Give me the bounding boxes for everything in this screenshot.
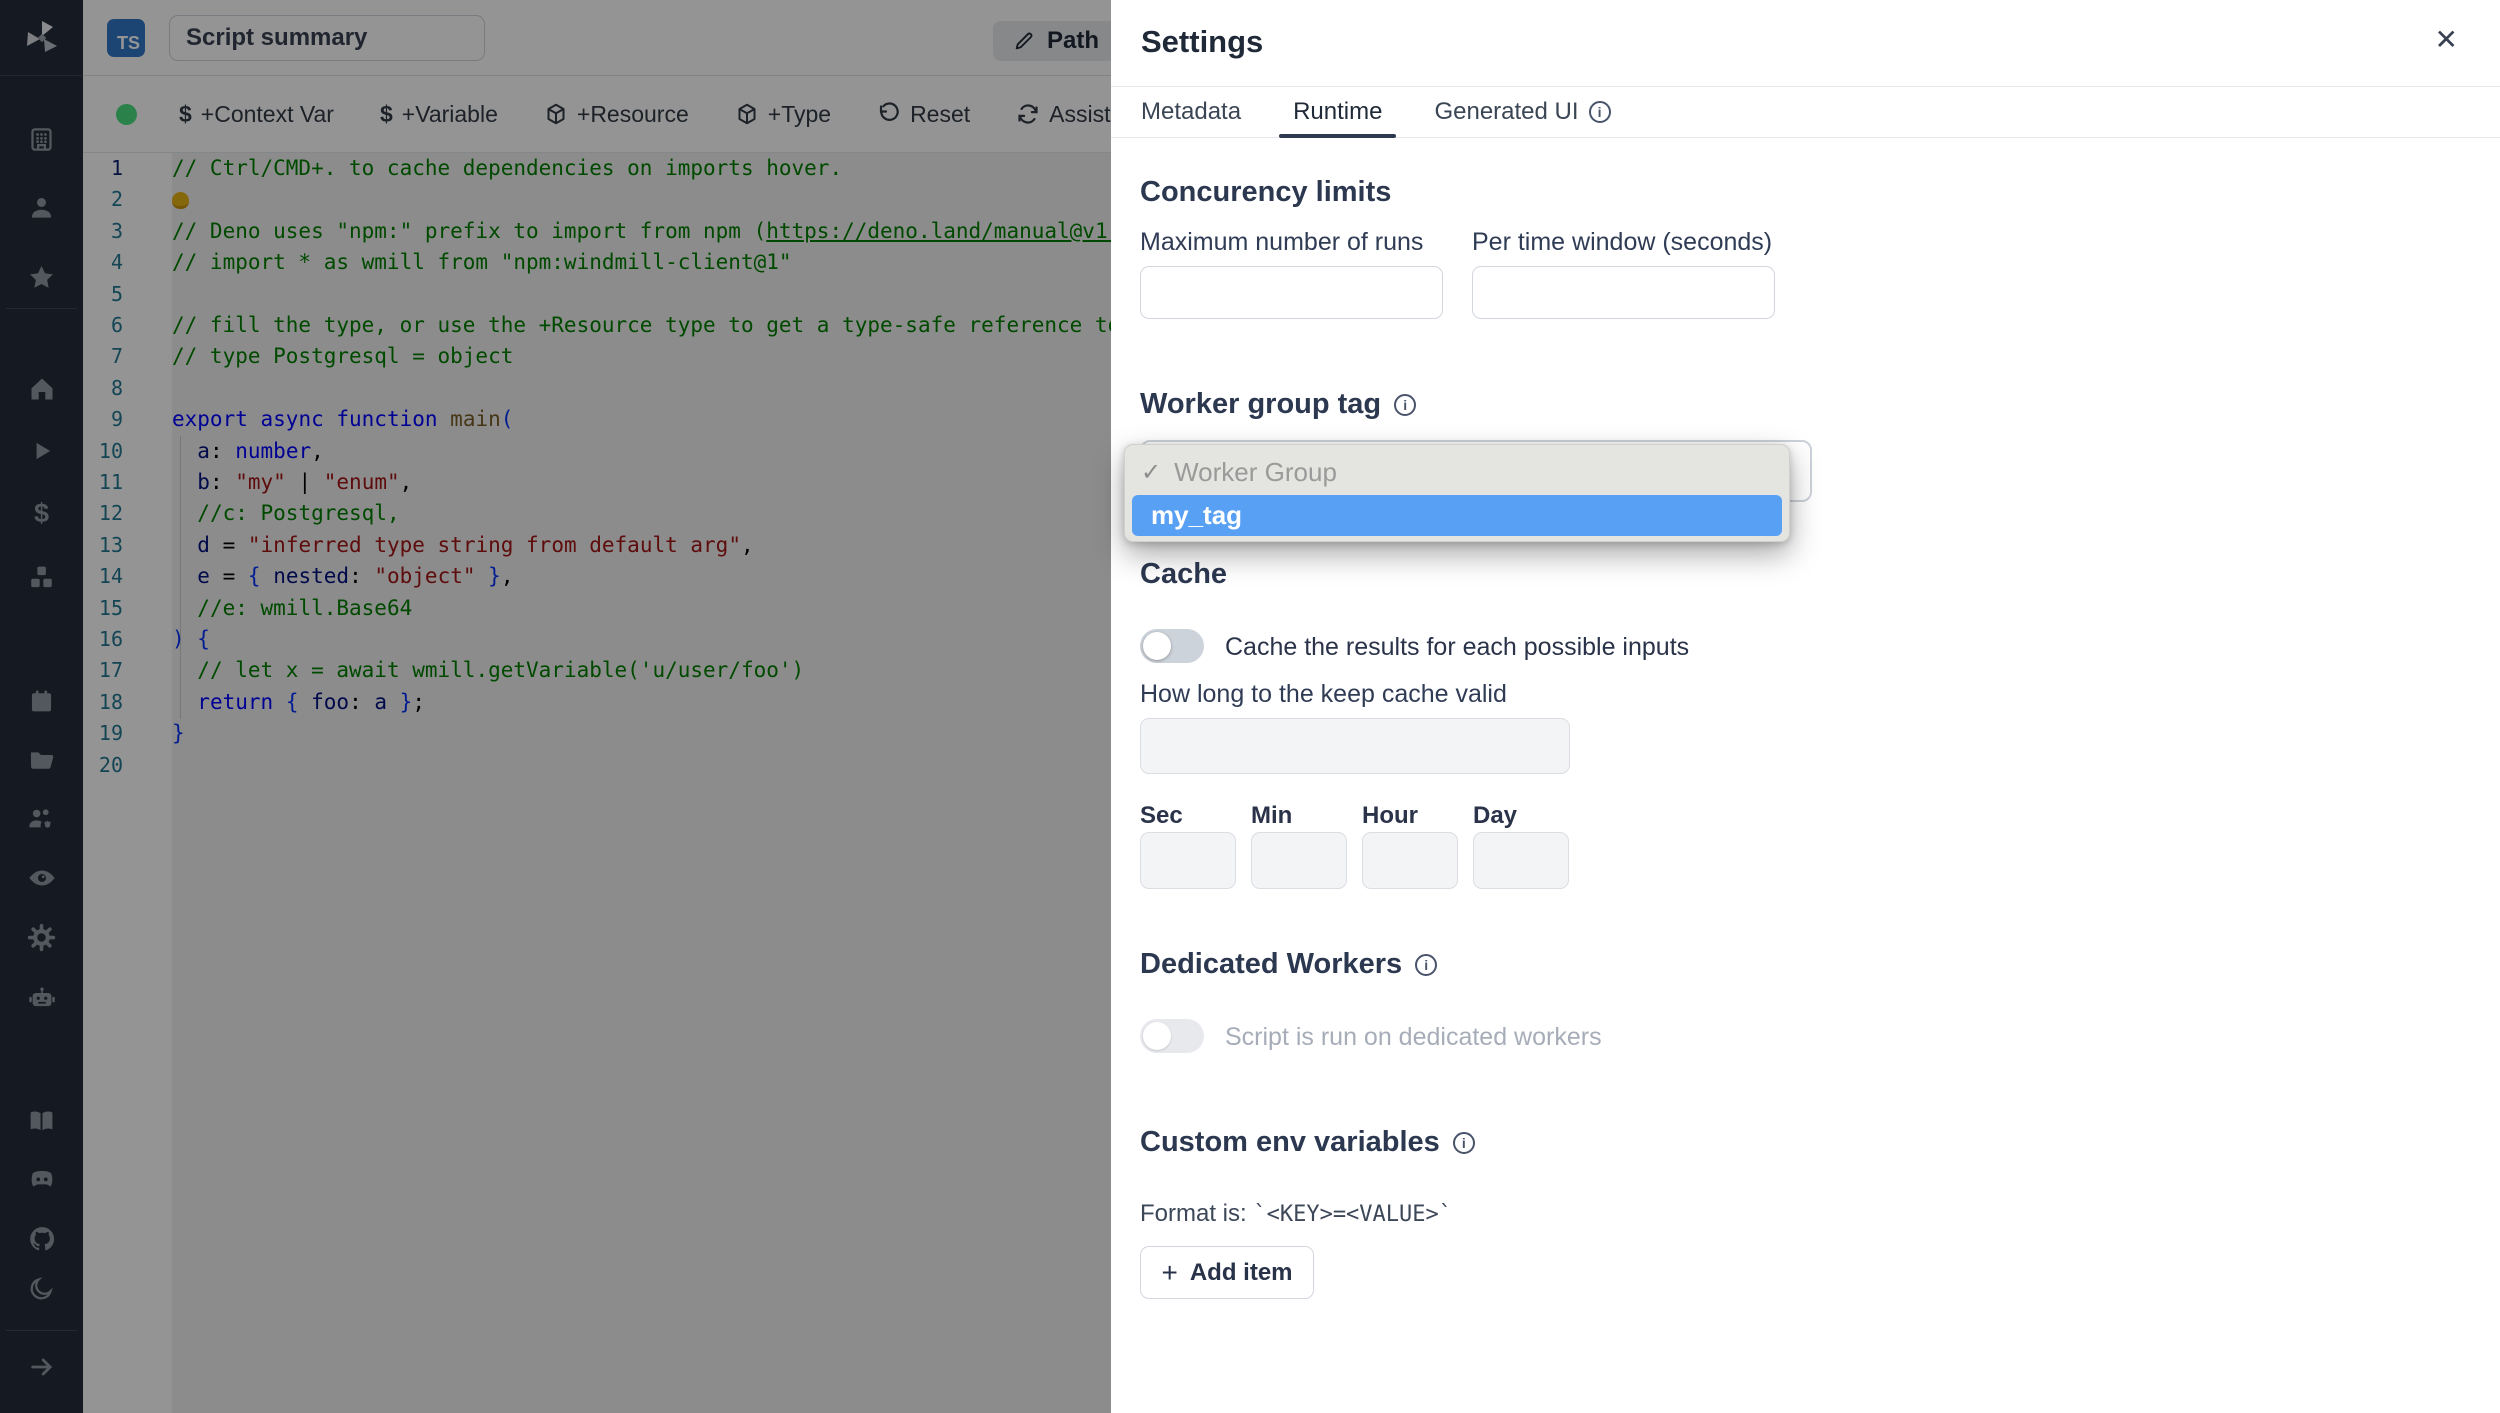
info-icon[interactable]: i: [1452, 1131, 1475, 1154]
add-item-label: Add item: [1189, 1258, 1293, 1286]
field-label: Per time window (seconds): [1472, 228, 1773, 256]
env-format-code: `<KEY>=<VALUE>`: [1253, 1202, 1453, 1227]
worker-group-dropdown: ✓ Worker Group my_tag: [1124, 444, 1790, 542]
cache-duration-label: How long to the keep cache valid: [1140, 680, 1507, 708]
worker-group-heading: Worker group tag i: [1140, 388, 1417, 421]
concurrency-heading: Concurency limits: [1140, 176, 1392, 208]
dropdown-option-my_tag[interactable]: my_tag: [1132, 495, 1782, 536]
field-label: Maximum number of runs: [1140, 228, 1424, 256]
concurrency-input-time-window[interactable]: [1472, 266, 1775, 319]
dedicated-workers-heading: Dedicated Workers i: [1140, 948, 1438, 981]
cache-toggle-label: Cache the results for each possible inpu…: [1225, 633, 1690, 661]
info-icon[interactable]: i: [1415, 953, 1438, 976]
dedicated-workers-toggle-label: Script is run on dedicated workers: [1225, 1023, 1602, 1051]
dedicated-workers-toggle[interactable]: [1140, 1019, 1204, 1053]
custom-env-heading: Custom env variables i: [1140, 1126, 1475, 1159]
settings-header: Settings ✕: [1111, 0, 2500, 87]
unit-label-day: Day: [1473, 802, 1518, 829]
dropdown-option-worker-group[interactable]: ✓ Worker Group: [1132, 450, 1782, 495]
unit-label-hour: Hour: [1362, 802, 1418, 829]
cache-sec-input[interactable]: [1140, 832, 1236, 889]
info-icon[interactable]: i: [1394, 393, 1417, 416]
unit-label-min: Min: [1251, 802, 1293, 829]
concurrency-input-max-runs[interactable]: [1140, 266, 1443, 319]
settings-drawer: Settings ✕ Metadata Runtime Generated UI i …: [1111, 0, 2500, 1413]
tab-generated-ui[interactable]: Generated UI i: [1434, 87, 1611, 138]
add-item-button[interactable]: + Add item: [1140, 1246, 1314, 1299]
toggle-knob: [1143, 632, 1171, 660]
tab-runtime[interactable]: Runtime: [1279, 87, 1397, 138]
settings-tabs: Metadata Runtime Generated UI i: [1111, 87, 2500, 138]
plus-icon: +: [1161, 1256, 1178, 1288]
cache-toggle[interactable]: [1140, 629, 1204, 663]
toggle-knob: [1143, 1022, 1171, 1050]
close-icon[interactable]: ✕: [2435, 22, 2458, 58]
settings-title: Settings: [1141, 24, 1264, 59]
info-icon[interactable]: i: [1588, 101, 1611, 123]
unit-label-sec: Sec: [1140, 802, 1183, 829]
tab-metadata[interactable]: Metadata: [1141, 87, 1241, 138]
cache-min-input[interactable]: [1251, 832, 1347, 889]
windmill-script-editor: $ TS Script summary Path $ +Context Var …: [0, 0, 2500, 1413]
cache-heading: Cache: [1140, 558, 1228, 590]
cache-hour-input[interactable]: [1362, 832, 1458, 889]
check-icon: ✓: [1141, 459, 1162, 486]
cache-duration-input[interactable]: [1140, 718, 1570, 774]
env-format-hint: Format is: `<KEY>=<VALUE>`: [1140, 1200, 1453, 1227]
cache-day-input[interactable]: [1473, 832, 1569, 889]
modal-backdrop[interactable]: [0, 0, 1111, 1413]
